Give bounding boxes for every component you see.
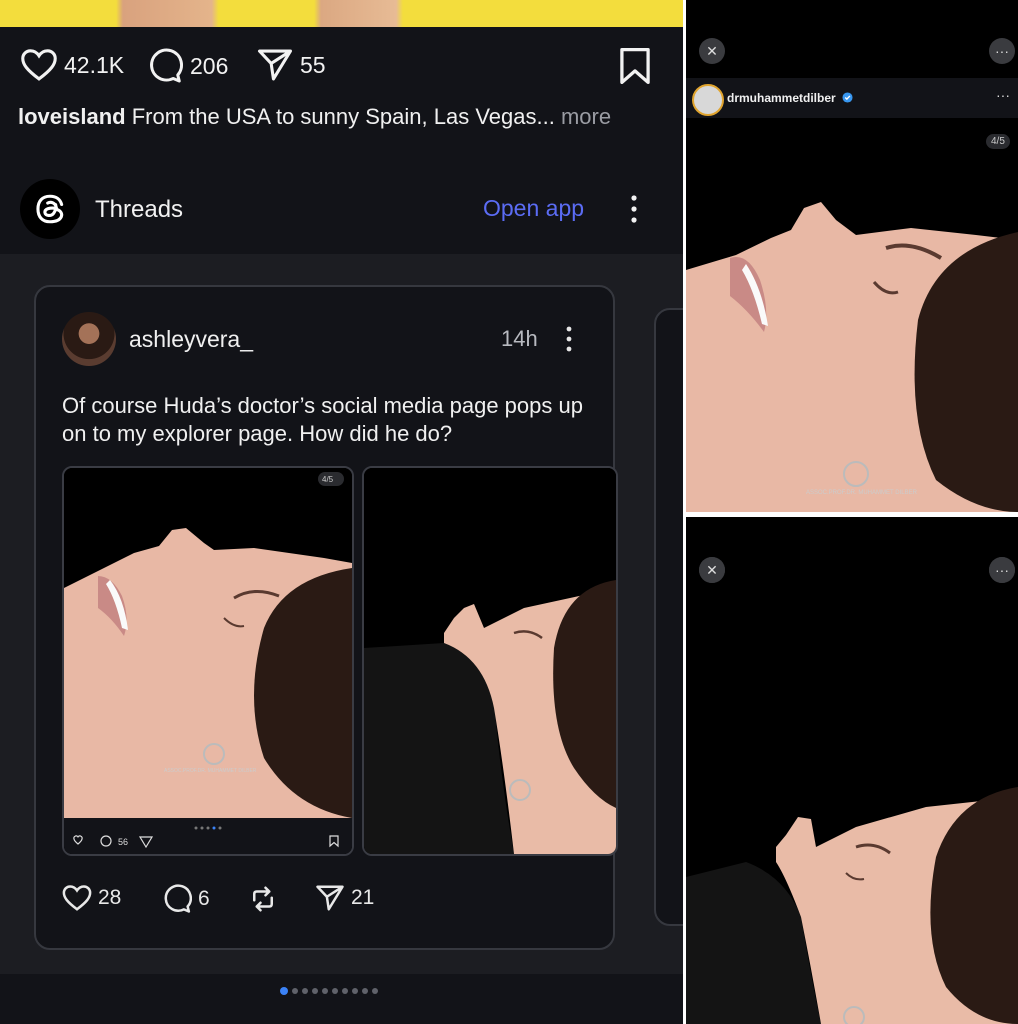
- close-button[interactable]: ✕: [699, 557, 725, 583]
- thread-like-button[interactable]: 28: [62, 884, 121, 912]
- post-caption: loveisland From the USA to sunny Spain, …: [18, 104, 611, 130]
- instagram-feed-panel: 42.1K 206 55 loveisland From the USA to …: [0, 0, 683, 1024]
- threads-title: Threads: [95, 196, 184, 223]
- instagram-post-viewer-bottom: ✕ ··· ✕ ···: [686, 517, 1018, 1024]
- face-profile-photo-large: ASSOC.PROF.DR. MUHAMMET DILBER: [686, 120, 1018, 512]
- verified-badge-icon: [842, 92, 853, 103]
- thumb1-comment-count: 56: [118, 837, 128, 847]
- face-profile-photo: ASSOC.PROF.DR. MUHAMMET DILBER 56 4/5: [64, 468, 352, 854]
- thread-username[interactable]: ashleyvera_: [129, 326, 253, 353]
- carousel-pager[interactable]: [280, 987, 378, 995]
- face-profile-photo-black-background: [686, 787, 1018, 1024]
- thread-text: Of course Huda’s doctor’s social media p…: [62, 393, 583, 446]
- post-watermark: ASSOC.PROF.DR. MUHAMMET DILBER: [806, 490, 918, 496]
- comment-count: 206: [190, 52, 229, 79]
- thread-timestamp: 14h: [501, 326, 538, 351]
- caption-more-link[interactable]: more: [555, 104, 611, 129]
- more-options-icon[interactable]: [624, 190, 644, 230]
- post-account-name[interactable]: drmuhammetdilber: [727, 91, 853, 105]
- instagram-post-viewer-top: ✕ ··· drmuhammetdilber ··· ASSOC.PROF.DR…: [686, 0, 1018, 512]
- repost-icon: [253, 886, 273, 912]
- account-username: drmuhammetdilber: [727, 91, 836, 105]
- more-options-icon[interactable]: ···: [989, 38, 1015, 64]
- thumb1-counter: 4/5: [322, 475, 334, 484]
- post-menu-icon[interactable]: ···: [996, 87, 1010, 103]
- bookmark-button[interactable]: [618, 48, 652, 89]
- face-profile-photo-2: [364, 468, 616, 854]
- avatar[interactable]: [692, 84, 724, 116]
- share-count: 55: [300, 51, 326, 78]
- repost-button[interactable]: [248, 884, 278, 914]
- comment-icon: [150, 48, 183, 83]
- thread-share-count: 21: [351, 886, 375, 909]
- post-image[interactable]: [686, 517, 1018, 1024]
- avatar[interactable]: [62, 312, 116, 366]
- open-app-link[interactable]: Open app: [483, 195, 584, 222]
- caption-username[interactable]: loveisland: [18, 104, 126, 129]
- bookmark-icon: [620, 48, 650, 85]
- like-stat[interactable]: 42.1K: [20, 48, 124, 82]
- close-icon[interactable]: ✕: [699, 38, 725, 64]
- thread-image-2[interactable]: [362, 466, 618, 856]
- thread-comment-button[interactable]: 6: [162, 884, 210, 914]
- more-button[interactable]: ···: [989, 557, 1015, 583]
- heart-icon: [62, 885, 92, 911]
- post-image[interactable]: ASSOC.PROF.DR. MUHAMMET DILBER: [686, 120, 1018, 512]
- thread-image-1[interactable]: ASSOC.PROF.DR. MUHAMMET DILBER 56 4/5: [62, 466, 354, 856]
- like-count: 42.1K: [64, 51, 125, 78]
- next-thread-card[interactable]: [654, 308, 683, 926]
- send-icon: [316, 885, 344, 911]
- caption-text: From the USA to sunny Spain, Las Vegas..…: [125, 104, 555, 129]
- thumb1-watermark: ASSOC.PROF.DR. MUHAMMET DILBER: [164, 768, 257, 774]
- image-counter: 4/5: [986, 134, 1010, 149]
- thread-comment-count: 6: [198, 887, 210, 910]
- thread-share-button[interactable]: 21: [315, 884, 374, 912]
- share-stat[interactable]: 55: [256, 48, 326, 82]
- comment-stat[interactable]: 206: [146, 48, 228, 84]
- send-icon: [257, 49, 292, 81]
- thread-like-count: 28: [98, 886, 122, 909]
- thread-more-icon[interactable]: [561, 323, 577, 355]
- heart-icon: [21, 49, 57, 81]
- comment-icon: [164, 884, 192, 913]
- previous-post-image[interactable]: [0, 0, 683, 27]
- threads-logo-icon: [20, 179, 80, 239]
